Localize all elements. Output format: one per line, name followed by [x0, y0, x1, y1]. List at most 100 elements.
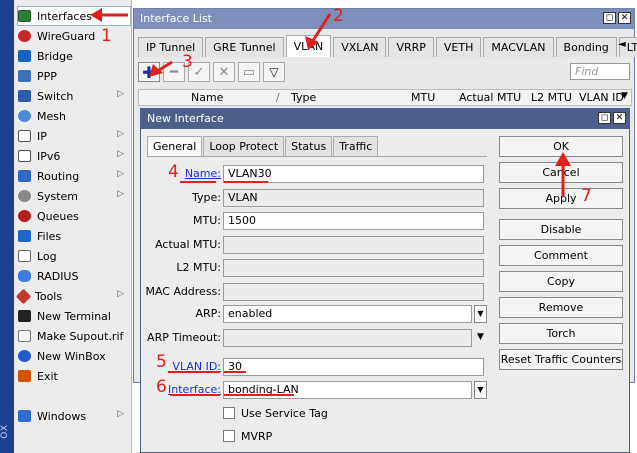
sidebar-item-new-winbox[interactable]: New WinBox	[18, 347, 130, 365]
tools-icon	[15, 288, 32, 304]
column-l2-mtu[interactable]: L2 MTU	[531, 91, 572, 104]
arp-select[interactable]: enabled	[223, 305, 472, 323]
interface-dropdown-icon[interactable]: ▼	[474, 381, 487, 399]
reset-traffic-counters-button[interactable]: Reset Traffic Counters	[499, 349, 623, 370]
name-underline	[180, 181, 216, 183]
mtu-row: MTU: 1500	[147, 212, 487, 231]
close-icon[interactable]: ✕	[618, 12, 631, 24]
sidebar-item-label: Files	[37, 229, 62, 243]
sidebar-item-label: PPP	[37, 69, 57, 83]
sidebar-item-files[interactable]: Files	[18, 227, 130, 245]
column-name[interactable]: Name	[191, 91, 223, 104]
sidebar-item-ip[interactable]: IP ▷	[18, 127, 130, 145]
tab-macvlan[interactable]: MACVLAN	[483, 37, 554, 57]
use-service-tag-option[interactable]: Use Service Tag	[223, 405, 328, 421]
comment-button[interactable]: ▭	[238, 62, 260, 82]
sidebar-item-windows[interactable]: Windows ▷	[18, 407, 130, 425]
note-icon: ▭	[242, 64, 256, 80]
torch-button[interactable]: Torch	[499, 323, 623, 344]
submenu-arrow-icon: ▷	[117, 89, 124, 99]
sidebar-item-interfaces[interactable]: Interfaces	[17, 6, 131, 26]
interface-list-titlebar[interactable]: Interface List ◻ ✕	[134, 9, 634, 29]
find-input[interactable]: Find	[570, 63, 630, 80]
mac-address-field	[223, 283, 484, 301]
submenu-arrow-icon: ▷	[117, 149, 124, 159]
actual-mtu-row: Actual MTU:	[147, 236, 487, 255]
sidebar-item-ipv6[interactable]: IPv6 ▷	[18, 147, 130, 165]
annotation-3: 3	[182, 52, 193, 72]
sidebar-item-label: System	[37, 189, 79, 203]
disable-button[interactable]: ✕	[213, 62, 235, 82]
tab-vrrp[interactable]: VRRP	[388, 37, 434, 57]
sidebar-item-routing[interactable]: Routing ▷	[18, 167, 130, 185]
column-type[interactable]: Type	[291, 91, 316, 104]
minus-icon: ━	[170, 64, 178, 80]
tab-gre-tunnel[interactable]: GRE Tunnel	[205, 37, 284, 57]
sidebar-item-label: Mesh	[37, 109, 66, 123]
sidebar-item-make-supout[interactable]: Make Supout.rif	[18, 327, 130, 345]
sidebar-item-log[interactable]: Log	[18, 247, 130, 265]
dialog-titlebar[interactable]: New Interface ◻ ✕	[141, 109, 629, 129]
ok-button[interactable]: OK	[499, 136, 623, 157]
mvrp-option[interactable]: MVRP	[223, 428, 272, 444]
restore-icon[interactable]: ◻	[598, 112, 611, 124]
arp-timeout-field[interactable]	[223, 329, 472, 347]
sidebar-item-bridge[interactable]: Bridge	[18, 47, 130, 65]
tab-general[interactable]: General	[147, 136, 203, 156]
tab-loop-protect[interactable]: Loop Protect	[203, 136, 285, 156]
restore-icon[interactable]: ◻	[603, 12, 616, 24]
sidebar-item-tools[interactable]: Tools ▷	[15, 287, 130, 305]
sidebar-item-wireguard[interactable]: WireGuard	[18, 27, 130, 45]
name-value-underline	[224, 181, 268, 183]
window-title: Interface List	[140, 12, 212, 25]
type-label: Type:	[192, 191, 221, 204]
copy-button[interactable]: Copy	[499, 271, 623, 292]
sidebar-item-ppp[interactable]: PPP	[18, 67, 130, 85]
column-menu-icon[interactable]: ▼	[621, 91, 628, 101]
tab-vxlan[interactable]: VXLAN	[333, 37, 387, 57]
l2-mtu-row: L2 MTU:	[147, 259, 487, 278]
tab-vlan[interactable]: VLAN	[285, 35, 332, 57]
sidebar-item-switch[interactable]: Switch ▷	[18, 87, 130, 105]
tab-traffic[interactable]: Traffic	[333, 136, 379, 156]
name-label[interactable]: Name:	[185, 167, 221, 180]
comment-button[interactable]: Comment	[499, 245, 623, 266]
column-actual-mtu[interactable]: Actual MTU	[459, 91, 521, 104]
arp-timeout-expand-icon[interactable]: ▼	[474, 329, 487, 347]
add-button[interactable]: ✚	[138, 62, 160, 82]
sidebar-item-exit[interactable]: Exit	[18, 367, 130, 385]
wireguard-icon	[18, 30, 31, 42]
remove-button[interactable]: Remove	[499, 297, 623, 318]
sort-indicator: /	[276, 91, 280, 104]
tab-ip-tunnel[interactable]: IP Tunnel	[138, 37, 204, 57]
arp-dropdown-icon[interactable]: ▼	[474, 305, 487, 323]
sidebar-item-radius[interactable]: RADIUS	[18, 267, 130, 285]
interface-table-header: Name / Type MTU Actual MTU L2 MTU VLAN I…	[138, 89, 632, 106]
mtu-field[interactable]: 1500	[223, 212, 484, 230]
disable-button[interactable]: Disable	[499, 219, 623, 240]
cancel-button[interactable]: Cancel	[499, 162, 623, 183]
use-service-tag-checkbox[interactable]	[223, 407, 235, 419]
interface-select[interactable]: bonding-LAN	[223, 381, 472, 399]
sidebar-item-mesh[interactable]: Mesh	[18, 107, 130, 125]
tab-bonding[interactable]: Bonding	[555, 37, 617, 57]
sidebar-item-label: New WinBox	[37, 349, 106, 363]
sidebar-item-new-terminal[interactable]: New Terminal	[18, 307, 130, 325]
vlan-id-underline	[168, 371, 220, 373]
vlan-id-field[interactable]: 30	[223, 358, 484, 376]
sidebar-item-queues[interactable]: Queues	[18, 207, 130, 225]
windows-icon	[18, 410, 31, 422]
column-mtu[interactable]: MTU	[411, 91, 435, 104]
tab-veth[interactable]: VETH	[435, 37, 482, 57]
mvrp-checkbox[interactable]	[223, 430, 235, 442]
close-icon[interactable]: ✕	[613, 112, 626, 124]
sidebar-item-system[interactable]: System ▷	[18, 187, 130, 205]
winbox-icon	[18, 350, 31, 362]
tab-scroll-icon[interactable]: ◄	[618, 39, 630, 50]
annotation-5: 5	[156, 352, 167, 372]
column-vlan-id[interactable]: VLAN ID	[579, 91, 624, 104]
filter-button[interactable]: ▽	[263, 62, 285, 82]
apply-button[interactable]: Apply	[499, 188, 623, 209]
tab-status[interactable]: Status	[285, 136, 333, 156]
bridge-icon	[18, 50, 31, 62]
